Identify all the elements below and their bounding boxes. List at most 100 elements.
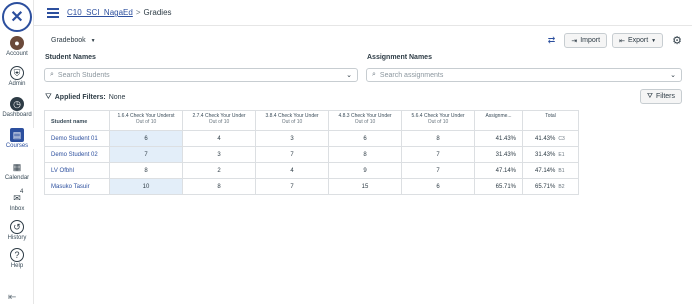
- grade-cell[interactable]: 2: [182, 162, 256, 179]
- history-icon: ↺: [10, 220, 24, 234]
- grade-cell[interactable]: 8: [182, 178, 256, 195]
- student-search-input[interactable]: ⌕ Search Students ⌄: [44, 68, 358, 82]
- grade-cell[interactable]: 15: [328, 178, 402, 195]
- student-name-link[interactable]: Demo Student 01: [44, 130, 110, 147]
- student-names-label: Student Names: [45, 54, 96, 61]
- column-points: Out of 10: [135, 119, 157, 125]
- global-nav: ✕ ● Account ⛨ Admin ◷ Dashboard ▤ Course…: [0, 0, 34, 304]
- total-letter: B1: [558, 167, 565, 174]
- applied-filters: ⛛ Applied Filters: None: [45, 92, 125, 102]
- nav-calendar-label: Calendar: [4, 175, 30, 181]
- nav-account-label: Account: [6, 51, 28, 57]
- column-header[interactable]: 3.8.4 Check Your Under Out of 10: [255, 110, 329, 131]
- column-header[interactable]: Assignme...: [474, 110, 523, 131]
- table-row: LV Ofbhl 8 2 4 9 7 47.14% 47.14% B1: [44, 162, 579, 179]
- grade-cell[interactable]: 10: [109, 178, 183, 195]
- search-icon: ⌕: [372, 71, 376, 78]
- grade-cell[interactable]: 4: [255, 162, 329, 179]
- column-points: Out of 10: [281, 119, 303, 125]
- column-header[interactable]: 1.6.4 Check Your Underst Out of 10: [109, 110, 183, 131]
- nav-courses[interactable]: ▤ Courses: [0, 128, 34, 149]
- grade-cell[interactable]: 3: [255, 130, 329, 147]
- grade-cell[interactable]: 6: [401, 178, 475, 195]
- grade-cell[interactable]: 8: [109, 162, 183, 179]
- grade-cell[interactable]: 8: [401, 130, 475, 147]
- table-row: Demo Student 01 6 4 3 6 8 41.43% 41.43% C…: [44, 130, 579, 147]
- nav-courses-label: Courses: [5, 143, 29, 149]
- student-name-link[interactable]: LV Ofbhl: [44, 162, 110, 179]
- assignment-group-cell: 31.43%: [474, 146, 523, 163]
- total-percent: 47.14%: [535, 167, 556, 174]
- student-search-placeholder: Search Students: [57, 71, 110, 79]
- nav-inbox-label: Inbox: [9, 206, 25, 212]
- chevron-down-icon[interactable]: ⌄: [346, 71, 352, 79]
- chevron-down-icon[interactable]: ⌄: [670, 71, 676, 79]
- grade-cell[interactable]: 6: [109, 130, 183, 147]
- filters-button[interactable]: ⛛ Filters: [640, 89, 682, 104]
- nav-admin-label: Admin: [8, 81, 26, 87]
- filter-icon: ⛛: [647, 92, 653, 100]
- grade-cell[interactable]: 8: [328, 146, 402, 163]
- total-cell: 47.14% B1: [522, 162, 579, 179]
- import-button[interactable]: ⇥ Import: [564, 33, 608, 48]
- assignment-group-cell: 41.43%: [474, 130, 523, 147]
- export-icon: ⇤: [619, 37, 625, 45]
- help-icon: ?: [10, 248, 24, 262]
- nav-calendar[interactable]: ▦ Calendar: [0, 160, 34, 182]
- column-title: Total: [545, 113, 556, 119]
- breadcrumb-course[interactable]: C10_SCI_NagaEd: [67, 8, 133, 17]
- grade-cell[interactable]: 7: [401, 146, 475, 163]
- sync-icon[interactable]: ⇄: [548, 35, 556, 46]
- column-header[interactable]: 5.6.4 Check Your Under Out of 10: [401, 110, 475, 131]
- grade-cell[interactable]: 4: [182, 130, 256, 147]
- search-icon: ⌕: [50, 71, 54, 78]
- institution-logo[interactable]: ✕: [2, 2, 32, 32]
- assignment-search-input[interactable]: ⌕ Search assignments ⌄: [366, 68, 682, 82]
- nav-inbox[interactable]: ✉ 4 Inbox: [0, 189, 34, 212]
- nav-dashboard[interactable]: ◷ Dashboard: [0, 97, 34, 118]
- grade-cell[interactable]: 7: [109, 146, 183, 163]
- grade-cell[interactable]: 7: [255, 146, 329, 163]
- student-name-link[interactable]: Masuko Tasuir: [44, 178, 110, 195]
- caret-down-icon: ▼: [651, 37, 657, 44]
- export-button[interactable]: ⇤ Export ▼: [612, 33, 664, 48]
- page-header: C10_SCI_NagaEd > Gradies: [34, 0, 692, 26]
- nav-admin[interactable]: ⛨ Admin: [0, 66, 34, 87]
- grade-cell[interactable]: 3: [182, 146, 256, 163]
- gradebook-actions: ⇄ ⇥ Import ⇤ Export ▼ ⚙: [548, 33, 682, 48]
- column-header[interactable]: Total: [522, 110, 579, 131]
- menu-icon[interactable]: [47, 7, 59, 18]
- nav-history-label: History: [7, 235, 27, 241]
- grade-cell[interactable]: 7: [401, 162, 475, 179]
- nav-history[interactable]: ↺ History: [0, 220, 34, 241]
- assignment-search-placeholder: Search assignments: [379, 71, 444, 79]
- grade-cell[interactable]: 6: [328, 130, 402, 147]
- applied-filters-value: None: [108, 93, 126, 101]
- caret-down-icon: ▼: [90, 38, 96, 44]
- import-label: Import: [580, 37, 601, 44]
- column-header[interactable]: 2.7.4 Check Your Under Out of 10: [182, 110, 256, 131]
- nav-help[interactable]: ? Help: [0, 248, 34, 269]
- import-icon: ⇥: [571, 37, 578, 45]
- gradebook-grid: Student name 1.6.4 Check Your Underst Out…: [44, 110, 579, 195]
- gradebook-menu[interactable]: Gradebook ▼: [51, 37, 96, 44]
- shield-icon: ⛨: [10, 66, 24, 80]
- nav-account[interactable]: ● Account: [0, 36, 34, 57]
- avatar: ●: [10, 36, 24, 50]
- nav-help-label: Help: [10, 263, 24, 269]
- collapse-nav-icon[interactable]: ⇤: [8, 292, 16, 303]
- student-name-link[interactable]: Demo Student 02: [44, 146, 110, 163]
- student-name-header[interactable]: Student name: [44, 110, 110, 131]
- filters-button-label: Filters: [655, 93, 675, 100]
- column-header[interactable]: 4.8.3 Check Your Under Out of 10: [328, 110, 402, 131]
- funnel-icon: ⛛: [45, 92, 52, 101]
- grade-cell[interactable]: 7: [255, 178, 329, 195]
- applied-filters-label: Applied Filters:: [54, 93, 106, 101]
- total-percent: 41.43%: [535, 135, 556, 142]
- total-cell: 65.71% B2: [522, 178, 579, 195]
- column-points: Out of 10: [427, 119, 449, 125]
- total-percent: 65.71%: [535, 183, 556, 190]
- grade-cell[interactable]: 9: [328, 162, 402, 179]
- gear-icon[interactable]: ⚙: [672, 34, 682, 47]
- column-title: Assignme...: [485, 113, 512, 119]
